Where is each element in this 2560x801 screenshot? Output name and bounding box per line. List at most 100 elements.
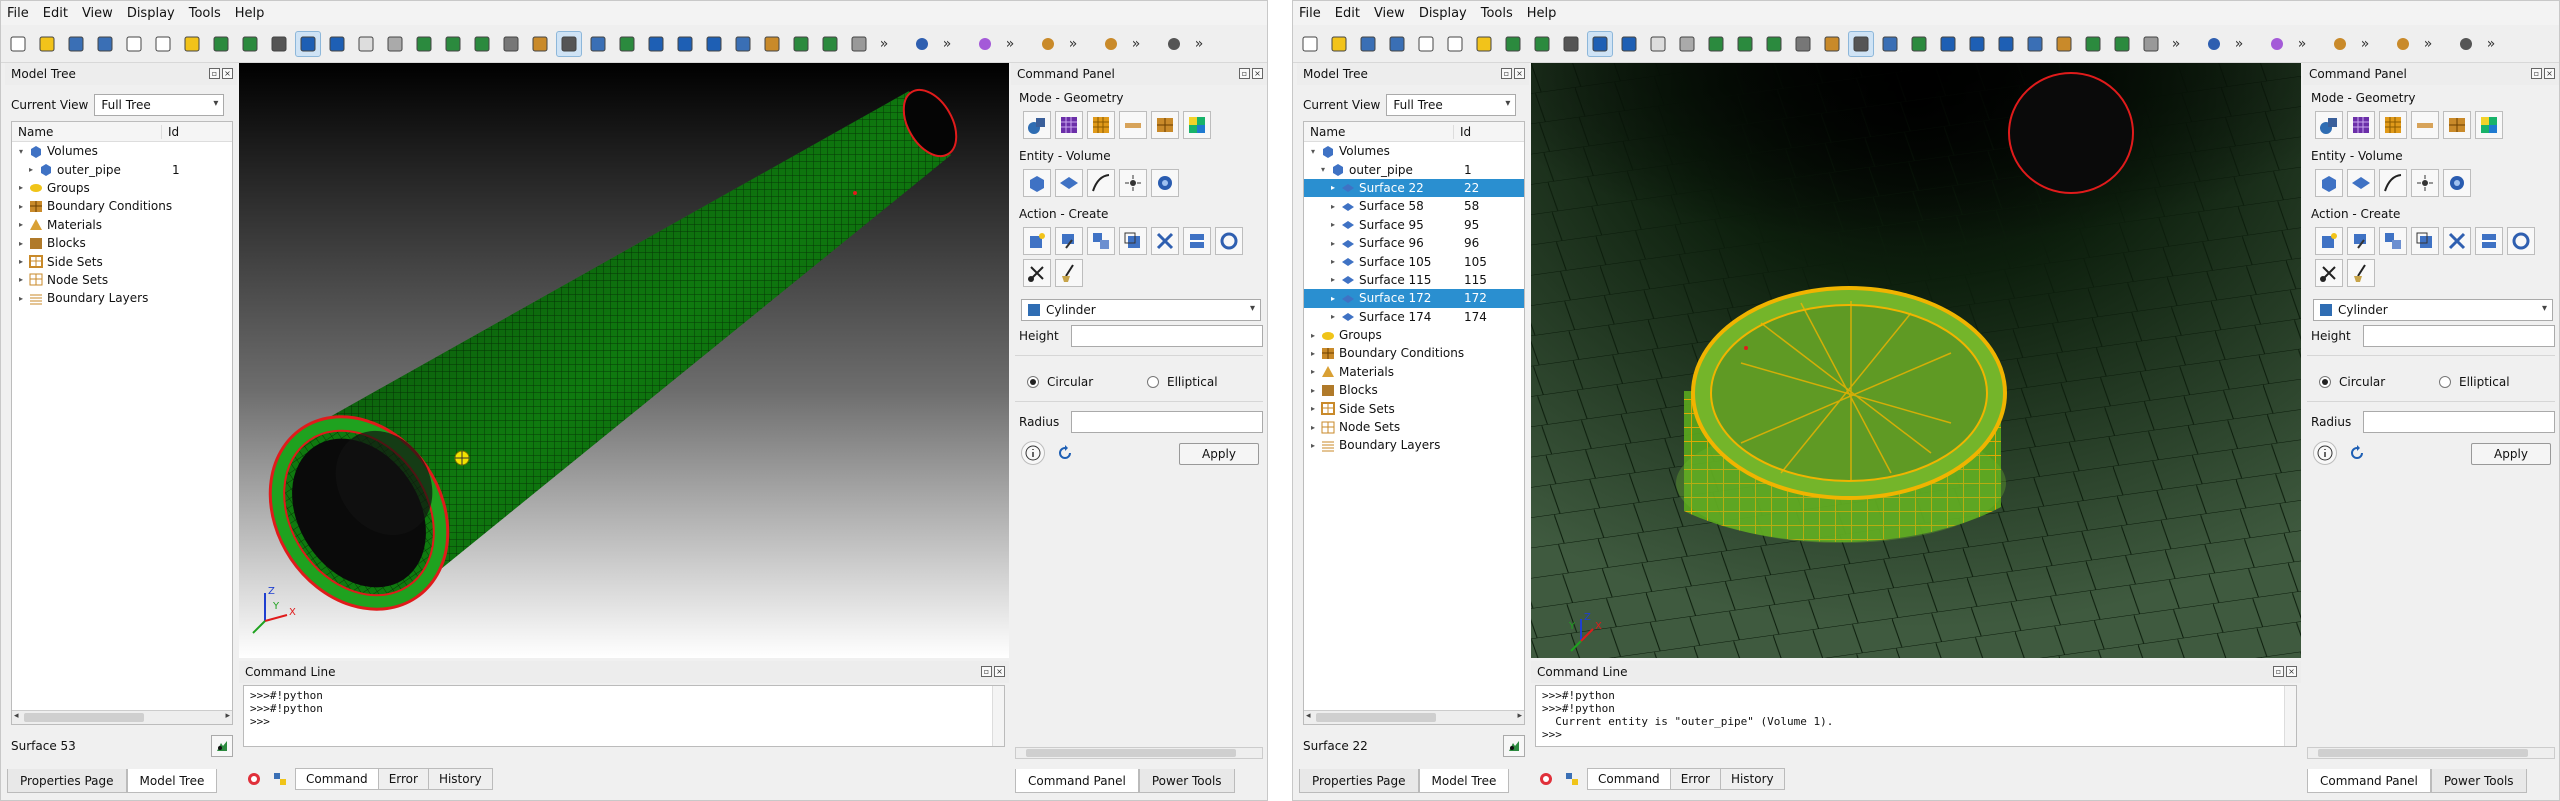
overflow-chevron[interactable]: » [1127, 36, 1145, 52]
tree-item[interactable]: ▸ Node Sets [1304, 418, 1524, 436]
tab-command-panel[interactable]: Command Panel [1015, 769, 1139, 793]
close-icon[interactable]: × [1252, 68, 1263, 79]
view-cube-icon[interactable] [788, 31, 814, 57]
geometry-mode-icon[interactable] [2315, 111, 2343, 139]
grid-icon[interactable] [1877, 31, 1903, 57]
tree-item[interactable]: ▸ Surface 115 115 [1304, 271, 1524, 289]
imprint-icon[interactable] [2507, 227, 2535, 255]
zoom-out-icon[interactable] [672, 31, 698, 57]
mesh-cube-icon[interactable] [469, 31, 495, 57]
group-entity-icon[interactable] [2443, 169, 2471, 197]
chevron-right-icon[interactable]: ▸ [1308, 404, 1318, 413]
clean-icon[interactable] [2347, 259, 2375, 287]
overflow-chevron[interactable]: » [1064, 36, 1082, 52]
chevron-right-icon[interactable]: ▸ [1328, 183, 1338, 192]
crosshair-icon[interactable] [2264, 31, 2290, 57]
tab-properties-page[interactable]: Properties Page [1299, 769, 1419, 793]
record-icon[interactable] [237, 31, 263, 57]
hidden-cube-icon[interactable] [1790, 31, 1816, 57]
close-icon[interactable]: × [1514, 68, 1525, 79]
pick-icon[interactable] [1503, 735, 1525, 757]
zoom-in-icon[interactable] [643, 31, 669, 57]
chevron-right-icon[interactable]: ▸ [1328, 294, 1338, 303]
scissors-icon[interactable] [2453, 31, 2479, 57]
overflow-chevron[interactable]: » [2482, 36, 2500, 52]
shaded-cube-icon[interactable] [440, 31, 466, 57]
overflow-chevron[interactable]: » [2167, 36, 2185, 52]
tree-item[interactable]: ▸ Blocks [1304, 381, 1524, 399]
modify-icon[interactable] [2347, 227, 2375, 255]
tree-item[interactable]: ▸ Surface 95 95 [1304, 216, 1524, 234]
chevron-right-icon[interactable]: ▸ [16, 239, 26, 248]
height-input[interactable] [2363, 325, 2555, 347]
menu-help[interactable]: Help [1527, 6, 1557, 21]
undo-icon[interactable] [1616, 31, 1642, 57]
info-icon[interactable] [2313, 441, 2337, 465]
tree-hscrollbar[interactable]: ◂ ▸ [1304, 710, 1524, 724]
tree-item[interactable]: ▸ Materials [1304, 363, 1524, 381]
mesh-mode-icon[interactable] [2347, 111, 2375, 139]
mesh-mode-icon[interactable] [1055, 111, 1083, 139]
new-icon[interactable] [1297, 31, 1323, 57]
chevron-right-icon[interactable]: ▸ [1308, 331, 1318, 340]
boundary-mode-icon[interactable] [2411, 111, 2439, 139]
view-iso-icon[interactable] [2109, 31, 2135, 57]
tree-item[interactable]: ▸ Boundary Conditions [12, 197, 232, 215]
graphics-viewport[interactable]: Z X Y [1531, 63, 2301, 658]
vertex-entity-icon[interactable] [1119, 169, 1147, 197]
close-icon[interactable]: × [994, 666, 1005, 677]
stop-icon[interactable] [1535, 768, 1557, 790]
chevron-right-icon[interactable]: ▸ [16, 220, 26, 229]
lighting-icon[interactable] [1819, 31, 1845, 57]
apply-button[interactable]: Apply [1179, 443, 1259, 465]
axis-icon[interactable] [1848, 30, 1874, 57]
menu-help[interactable]: Help [235, 6, 265, 21]
apply-button[interactable]: Apply [2471, 443, 2551, 465]
command-panel-hscrollbar[interactable] [2307, 747, 2555, 759]
tree-item[interactable]: ▸ Boundary Layers [12, 289, 232, 307]
save-as-icon[interactable] [1384, 31, 1410, 57]
curve-entity-icon[interactable] [1087, 169, 1115, 197]
tab-command[interactable]: Command [1587, 768, 1671, 790]
measure-icon[interactable] [2390, 31, 2416, 57]
current-view-select[interactable]: Full Tree ▾ [1386, 94, 1517, 116]
vertex-entity-icon[interactable] [2411, 169, 2439, 197]
tree-item[interactable]: ▸ Groups [1304, 326, 1524, 344]
tree-item[interactable]: ▸ Materials [12, 216, 232, 234]
tools-icon[interactable] [266, 31, 292, 57]
radius-input[interactable] [2363, 411, 2555, 433]
elliptical-radio[interactable]: Elliptical [1147, 375, 1218, 389]
refresh-icon[interactable] [614, 31, 640, 57]
refresh-icon[interactable] [1906, 31, 1932, 57]
select-icon[interactable] [1587, 30, 1613, 57]
delete-icon[interactable] [1151, 227, 1179, 255]
chevron-right-icon[interactable]: ▸ [26, 165, 36, 174]
open-icon[interactable] [1326, 31, 1352, 57]
chevron-right-icon[interactable]: ▸ [1308, 349, 1318, 358]
ground-icon[interactable] [1035, 31, 1061, 57]
chevron-down-icon[interactable]: ▾ [1318, 165, 1328, 174]
menu-display[interactable]: Display [127, 6, 175, 21]
view-iso-icon[interactable] [817, 31, 843, 57]
tree-item[interactable]: ▸ Blocks [12, 234, 232, 252]
export-icon[interactable] [1413, 31, 1439, 57]
col-name[interactable]: Name [1304, 124, 1454, 139]
overflow-chevron[interactable]: » [1001, 36, 1019, 52]
col-name[interactable]: Name [12, 124, 162, 139]
command-line-output[interactable]: >>>#!python >>>#!python Current entity is… [1535, 685, 2297, 747]
chevron-right-icon[interactable]: ▸ [1328, 275, 1338, 284]
python-icon[interactable] [269, 768, 291, 790]
copy-icon[interactable] [1119, 227, 1147, 255]
chevron-right-icon[interactable]: ▸ [16, 202, 26, 211]
tab-model-tree[interactable]: Model Tree [126, 769, 218, 793]
tree-item[interactable]: ▸ Groups [12, 179, 232, 197]
float-icon[interactable]: ▫ [981, 666, 992, 677]
radius-input[interactable] [1071, 411, 1263, 433]
perspective-icon[interactable] [2022, 31, 2048, 57]
tab-model-tree[interactable]: Model Tree [1418, 769, 1510, 793]
clean-icon[interactable] [1055, 259, 1083, 287]
shaded-cube-icon[interactable] [1732, 31, 1758, 57]
chevron-right-icon[interactable]: ▸ [16, 183, 26, 192]
grid-icon[interactable] [585, 31, 611, 57]
tree-item[interactable]: ▸ Node Sets [12, 271, 232, 289]
